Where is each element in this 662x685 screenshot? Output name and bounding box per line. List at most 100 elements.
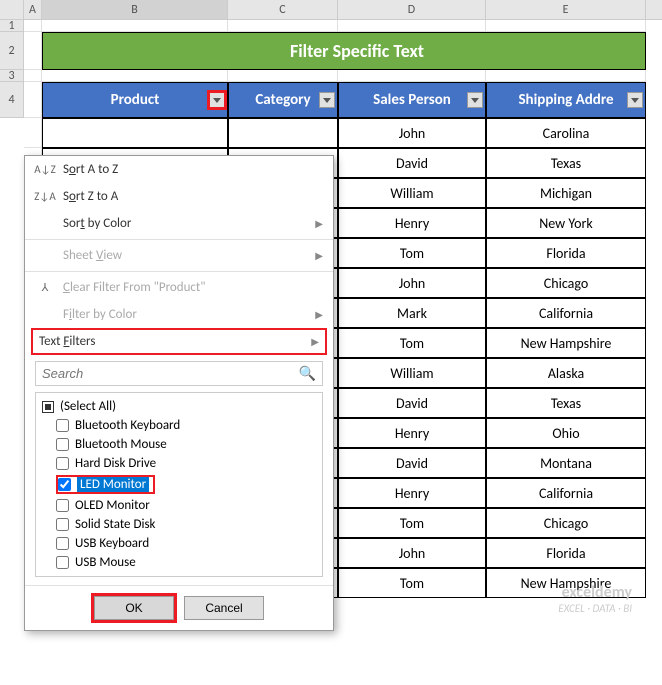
cell-sales-person[interactable]: Tom	[338, 328, 486, 358]
sort-az[interactable]: A↓Z Sort A to Z	[25, 156, 333, 183]
checkbox[interactable]	[56, 419, 69, 432]
cell-sales-person[interactable]: David	[338, 448, 486, 478]
cell-shipping-address[interactable]: Ohio	[486, 418, 646, 448]
cell-shipping-address[interactable]: Michigan	[486, 178, 646, 208]
col-header-A[interactable]: A	[24, 0, 42, 19]
checkbox-mixed-icon[interactable]	[42, 401, 54, 413]
filter-item-label: Hard Disk Drive	[75, 456, 156, 471]
sort-za[interactable]: Z↓A Sort Z to A	[25, 183, 333, 210]
cell[interactable]	[486, 20, 646, 32]
cell-sales-person[interactable]: Tom	[338, 508, 486, 538]
cell-sales-person[interactable]: Henry	[338, 418, 486, 448]
cell-sales-person[interactable]: David	[338, 148, 486, 178]
select-all-cell[interactable]	[0, 0, 24, 19]
cell-shipping-address[interactable]: Carolina	[486, 118, 646, 148]
sort-az-icon: A↓Z	[35, 163, 55, 176]
cell[interactable]	[24, 32, 42, 70]
checkbox[interactable]	[56, 556, 69, 569]
filter-item-label: Bluetooth Mouse	[75, 437, 167, 452]
filter-dropdown-button[interactable]	[319, 92, 335, 108]
header-sales-person[interactable]: Sales Person	[338, 82, 486, 118]
checkbox[interactable]	[56, 537, 69, 550]
checkbox[interactable]	[56, 499, 69, 512]
cell[interactable]	[24, 20, 42, 32]
filter-item[interactable]: USB Keyboard	[36, 534, 322, 553]
filter-dropdown-button[interactable]	[627, 92, 643, 108]
filter-dropdown-button[interactable]	[209, 92, 225, 108]
cell-sales-person[interactable]: Mark	[338, 298, 486, 328]
cell[interactable]	[42, 70, 228, 82]
cell[interactable]	[338, 70, 486, 82]
row-header-1[interactable]: 1	[0, 20, 24, 32]
col-header-B[interactable]: B	[42, 0, 228, 19]
cell[interactable]	[42, 118, 228, 148]
divider	[25, 239, 333, 240]
checkbox[interactable]	[58, 478, 71, 491]
cell[interactable]	[228, 70, 338, 82]
cell-sales-person[interactable]: Tom	[338, 238, 486, 268]
cell-sales-person[interactable]: Henry	[338, 208, 486, 238]
filter-item[interactable]: OLED Monitor	[36, 496, 322, 515]
cell-sales-person[interactable]: Henry	[338, 478, 486, 508]
cell-shipping-address[interactable]: Florida	[486, 238, 646, 268]
cell-sales-person[interactable]: John	[338, 268, 486, 298]
filter-item[interactable]: Bluetooth Keyboard	[36, 416, 322, 435]
row-header-4[interactable]: 4	[0, 82, 24, 118]
col-header-E[interactable]: E	[486, 0, 646, 19]
cell[interactable]	[42, 20, 228, 32]
cell-shipping-address[interactable]: Florida	[486, 538, 646, 568]
cancel-button[interactable]: Cancel	[184, 596, 264, 620]
text-filters[interactable]: Text Filters ▶	[33, 330, 325, 353]
cell-sales-person[interactable]: Tom	[338, 568, 486, 598]
title-cell[interactable]	[42, 32, 228, 70]
checkbox[interactable]	[56, 438, 69, 451]
cell-shipping-address[interactable]: Alaska	[486, 358, 646, 388]
cell-sales-person[interactable]: John	[338, 538, 486, 568]
cell-shipping-address[interactable]: New York	[486, 208, 646, 238]
filter-item-select-all[interactable]: (Select All)	[36, 397, 322, 416]
cell-shipping-address[interactable]: Chicago	[486, 508, 646, 538]
sort-by-color[interactable]: Sort by Color ▶	[25, 210, 333, 237]
row-header-2[interactable]: 2	[0, 32, 24, 70]
cell-shipping-address[interactable]: Chicago	[486, 268, 646, 298]
cell-shipping-address[interactable]: Texas	[486, 148, 646, 178]
cell[interactable]	[24, 82, 42, 118]
watermark-subtext: EXCEL · DATA · BI	[558, 602, 632, 615]
cell-sales-person[interactable]: David	[338, 388, 486, 418]
filter-item[interactable]: USB Mouse	[36, 553, 322, 572]
cell-sales-person[interactable]: William	[338, 178, 486, 208]
cell[interactable]	[24, 70, 42, 82]
watermark-text: exceldemy	[558, 583, 632, 602]
cell-shipping-address[interactable]: Texas	[486, 388, 646, 418]
filter-item[interactable]: Hard Disk Drive	[36, 454, 322, 473]
cell-shipping-address[interactable]: California	[486, 478, 646, 508]
title-cell[interactable]: Filter Specific Text	[228, 32, 486, 70]
filter-item-led-monitor[interactable]: LED Monitor	[36, 473, 322, 496]
search-input[interactable]	[42, 366, 299, 381]
cell[interactable]	[24, 118, 42, 148]
col-header-D[interactable]: D	[338, 0, 486, 19]
cell-sales-person[interactable]: William	[338, 358, 486, 388]
search-box[interactable]: 🔍	[35, 361, 323, 386]
ok-button[interactable]: OK	[94, 596, 174, 620]
row-header-3[interactable]: 3	[0, 70, 24, 82]
filter-item[interactable]: Bluetooth Mouse	[36, 435, 322, 454]
cell[interactable]	[486, 70, 646, 82]
cell-shipping-address[interactable]: California	[486, 298, 646, 328]
filter-dropdown-button[interactable]	[467, 92, 483, 108]
filter-item[interactable]: Solid State Disk	[36, 515, 322, 534]
checkbox[interactable]	[56, 457, 69, 470]
cell[interactable]	[338, 20, 486, 32]
header-shipping-address[interactable]: Shipping Addre	[486, 82, 646, 118]
col-header-C[interactable]: C	[228, 0, 338, 19]
cell-sales-person[interactable]: John	[338, 118, 486, 148]
header-product[interactable]: Product	[42, 82, 228, 118]
cell-shipping-address[interactable]: New Hampshire	[486, 328, 646, 358]
header-label: Sales Person	[373, 91, 451, 109]
cell[interactable]	[228, 118, 338, 148]
header-category[interactable]: Category	[228, 82, 338, 118]
cell-shipping-address[interactable]: Montana	[486, 448, 646, 478]
title-cell[interactable]	[486, 32, 646, 70]
cell[interactable]	[228, 20, 338, 32]
checkbox[interactable]	[56, 518, 69, 531]
